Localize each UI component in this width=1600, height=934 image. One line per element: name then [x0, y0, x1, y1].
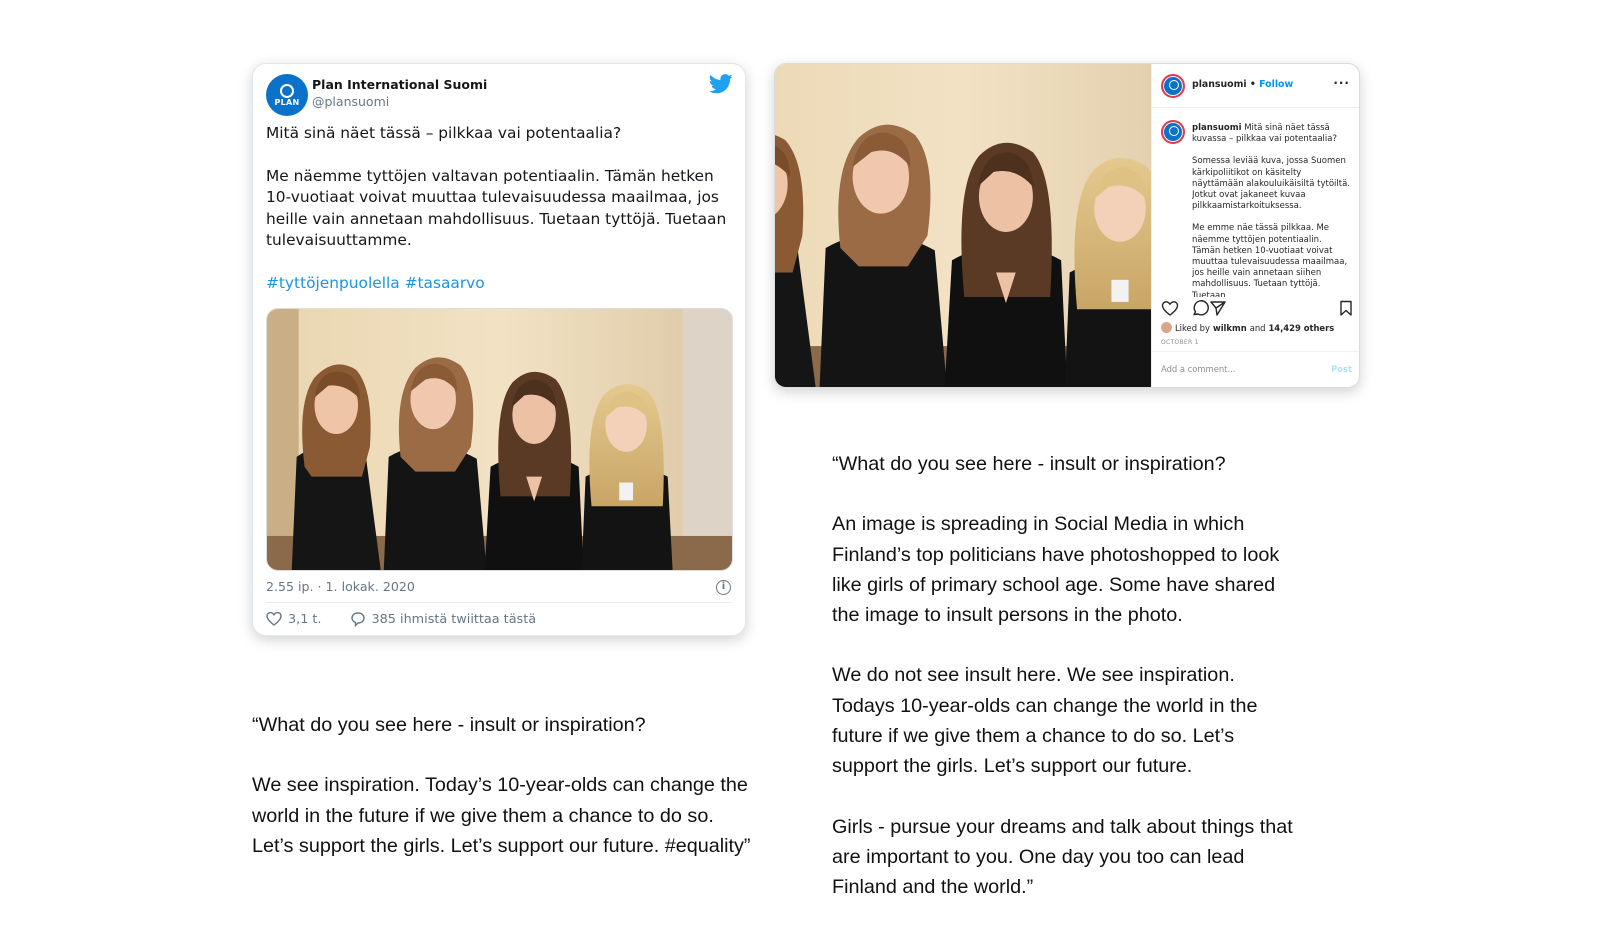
share-icon[interactable]	[1210, 301, 1226, 316]
tweet-photo[interactable]	[266, 308, 733, 571]
bookmark-icon[interactable]	[1340, 300, 1352, 316]
comment-bar: Add a comment... Post	[1152, 351, 1359, 387]
instagram-header: plansuomi • Follow ···	[1152, 64, 1359, 108]
four-girls-photo	[775, 64, 1151, 387]
post-date: OCTOBER 1	[1161, 339, 1199, 346]
tweet-actions: 3,1 t. 385 ihmistä twiittaa tästä	[266, 611, 536, 627]
four-girls-photo	[267, 309, 732, 570]
heart-icon[interactable]	[266, 611, 282, 627]
instagram-photo[interactable]	[775, 64, 1151, 387]
profile-avatar[interactable]	[1161, 74, 1185, 98]
comment-icon[interactable]	[1193, 300, 1209, 316]
caption-paragraph: Me emme näe tässä pilkkaa. Me näemme tyt…	[1192, 223, 1348, 297]
username-link[interactable]: plansuomi	[1192, 79, 1247, 90]
caption-username[interactable]: plansuomi	[1192, 123, 1242, 133]
tweet-text: Mitä sinä näet tässä – pilkkaa vai poten…	[266, 123, 736, 295]
more-options-icon[interactable]: ···	[1333, 76, 1350, 90]
instagram-caption: plansuomi Mitä sinä näet tässä kuvassa –…	[1192, 123, 1350, 297]
tweet-handle[interactable]: @plansuomi	[312, 94, 389, 109]
info-icon[interactable]: i	[716, 580, 731, 595]
tweet-account-name[interactable]: Plan International Suomi	[312, 77, 487, 92]
likes-count[interactable]: 14,429 others	[1268, 323, 1334, 333]
right-translation: “What do you see here - insult or inspir…	[832, 449, 1302, 903]
translation-paragraph: Girls - pursue your dreams and talk abou…	[832, 815, 1293, 899]
tweet-timestamp[interactable]: 2.55 ip. · 1. lokak. 2020	[266, 579, 415, 594]
tweet-paragraph: Me näemme tyttöjen valtavan potentiaalin…	[266, 166, 727, 250]
tweet-card[interactable]: PLAN Plan International Suomi @plansuomi…	[252, 63, 746, 636]
globe-icon	[280, 83, 294, 98]
instagram-post-card[interactable]: plansuomi • Follow ··· plansuomi Mitä si…	[774, 63, 1360, 388]
plan-logo-avatar[interactable]: PLAN	[266, 74, 308, 116]
divider	[266, 602, 732, 603]
twitter-bird-icon[interactable]	[709, 74, 733, 94]
instagram-action-icons	[1161, 300, 1352, 316]
tweet-paragraph: Mitä sinä näet tässä – pilkkaa vai poten…	[266, 124, 622, 142]
heart-icon[interactable]	[1161, 301, 1179, 316]
translation-paragraph: “What do you see here - insult or inspir…	[252, 714, 646, 736]
left-translation: “What do you see here - insult or inspir…	[252, 710, 752, 861]
tweet-hashtags[interactable]: #tyttöjenpuolella #tasaarvo	[266, 273, 736, 295]
translation-paragraph: “What do you see here - insult or inspir…	[832, 453, 1226, 475]
instagram-sidebar: plansuomi • Follow ··· plansuomi Mitä si…	[1151, 64, 1359, 387]
caption-paragraph: Somessa leviää kuva, jossa Suomen kärkip…	[1192, 156, 1350, 212]
caption-avatar[interactable]	[1161, 120, 1185, 144]
translation-paragraph: An image is spreading in Social Media in…	[832, 513, 1280, 627]
like-count[interactable]: 3,1 t.	[288, 612, 322, 627]
translation-paragraph: We do not see insult here. We see inspir…	[832, 664, 1258, 778]
liker-avatar	[1161, 322, 1172, 333]
translation-paragraph: We see inspiration. Today’s 10-year-olds…	[252, 774, 751, 857]
avatar-text: PLAN	[274, 97, 300, 107]
liker-username[interactable]: wilkmn	[1213, 323, 1247, 333]
comment-input[interactable]: Add a comment...	[1161, 364, 1235, 374]
liked-by: Liked by wilkmn and 14,429 others	[1161, 322, 1334, 333]
post-comment-button[interactable]: Post	[1331, 364, 1352, 374]
follow-button[interactable]: Follow	[1259, 79, 1293, 90]
reply-bubble-icon[interactable]	[350, 611, 366, 627]
reply-count[interactable]: 385 ihmistä twiittaa tästä	[372, 612, 537, 627]
instagram-username: plansuomi • Follow	[1192, 79, 1294, 90]
